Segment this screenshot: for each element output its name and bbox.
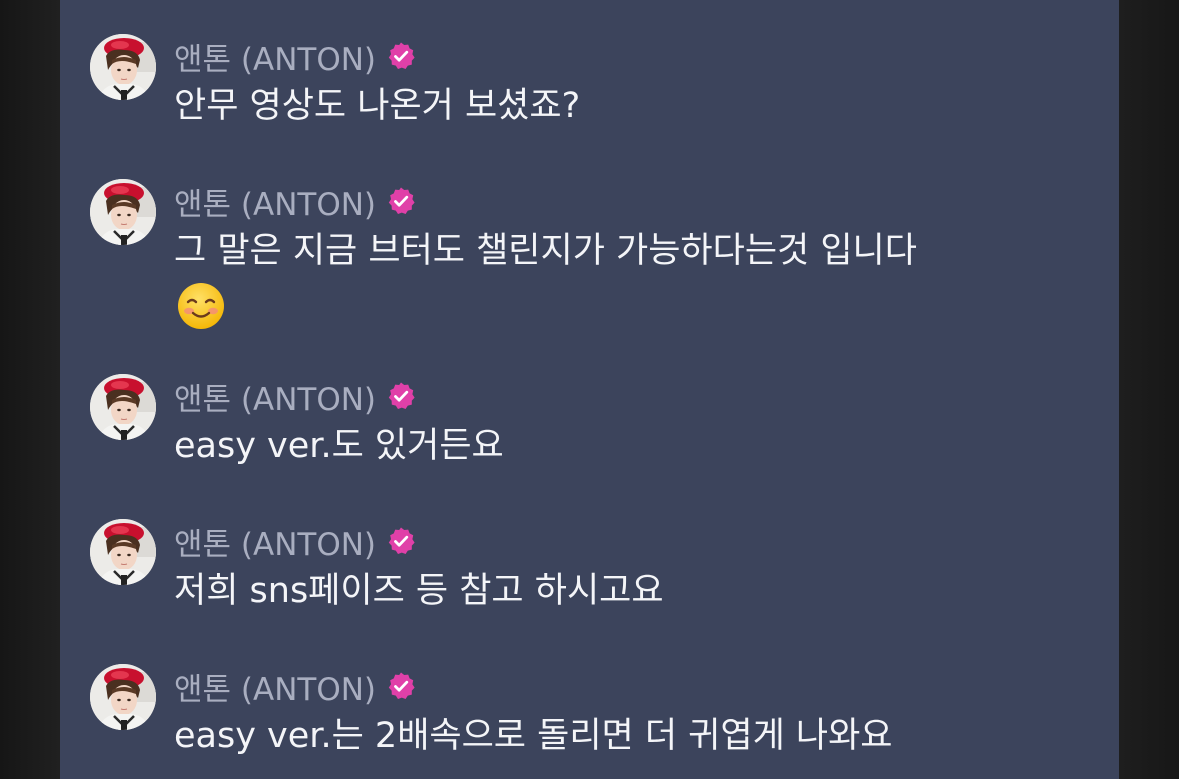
- verified-badge-icon: [386, 381, 416, 411]
- verified-badge-icon: [386, 671, 416, 701]
- verified-badge-icon: [386, 526, 416, 556]
- smiling-face-emoji: [178, 283, 224, 329]
- sender-name: 앤톤 (ANTON): [174, 381, 377, 418]
- message-text: easy ver.도 있거든요: [174, 426, 504, 466]
- sender-row: 앤톤 (ANTON): [174, 36, 416, 78]
- sender-row: 앤톤 (ANTON): [174, 376, 416, 418]
- message-text: 안무 영상도 나온거 보셨죠?: [174, 86, 581, 126]
- chat-panel[interactable]: 앤톤 (ANTON) 안무 영상도 나온거 보셨죠? 앤톤 (ANTON) 그 …: [60, 0, 1119, 779]
- avatar[interactable]: [90, 664, 156, 730]
- avatar[interactable]: [90, 34, 156, 100]
- message-text: easy ver.는 2배속으로 돌리면 더 귀엽게 나와요: [174, 716, 893, 756]
- sender-name: 앤톤 (ANTON): [174, 186, 377, 223]
- sender-name: 앤톤 (ANTON): [174, 671, 377, 708]
- app-window: 앤톤 (ANTON) 안무 영상도 나온거 보셨죠? 앤톤 (ANTON) 그 …: [0, 0, 1179, 779]
- message-text: 그 말은 지금 브터도 챌린지가 가능하다는것 입니다: [174, 231, 917, 271]
- sender-row: 앤톤 (ANTON): [174, 181, 416, 223]
- sender-row: 앤톤 (ANTON): [174, 521, 416, 563]
- avatar[interactable]: [90, 519, 156, 585]
- left-margin: [0, 0, 60, 779]
- verified-badge-icon: [386, 186, 416, 216]
- message-text: 저희 sns페이즈 등 참고 하시고요: [174, 571, 664, 611]
- verified-badge-icon: [386, 41, 416, 71]
- avatar[interactable]: [90, 374, 156, 440]
- sender-name: 앤톤 (ANTON): [174, 526, 377, 563]
- sender-row: 앤톤 (ANTON): [174, 666, 416, 708]
- sender-name: 앤톤 (ANTON): [174, 41, 377, 78]
- right-margin: [1119, 0, 1179, 779]
- avatar[interactable]: [90, 179, 156, 245]
